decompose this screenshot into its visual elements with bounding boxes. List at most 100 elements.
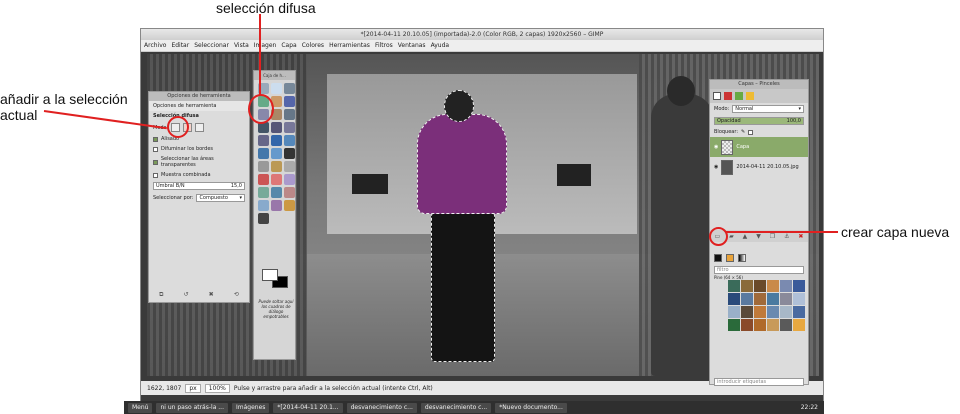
pattern-swatch[interactable]: [741, 319, 753, 331]
menu-colores[interactable]: Colores: [302, 42, 324, 49]
menu-editar[interactable]: Editar: [171, 42, 189, 49]
pattern-swatch[interactable]: [741, 293, 753, 305]
delete-layer-icon[interactable]: ✖: [798, 233, 803, 240]
pattern-swatch[interactable]: [728, 306, 740, 318]
new-layer-group-icon[interactable]: ▰: [729, 233, 734, 240]
taskbar-task[interactable]: Imágenes: [232, 402, 270, 413]
lower-layer-icon[interactable]: ▼: [756, 233, 761, 240]
shear-icon[interactable]: [258, 148, 269, 159]
airbrush-icon[interactable]: [258, 187, 269, 198]
fuzzy-select-icon[interactable]: [271, 83, 282, 94]
menu-archivo[interactable]: Archivo: [144, 42, 166, 49]
color-swatches[interactable]: [262, 269, 288, 289]
foreground-color-swatch[interactable]: [262, 269, 278, 281]
paths-tab-icon[interactable]: [735, 92, 743, 100]
lasso-icon[interactable]: [284, 83, 295, 94]
merged-checkbox[interactable]: [153, 172, 158, 178]
select-by-dropdown[interactable]: Compuesto ▾: [196, 194, 245, 202]
menu-imagen[interactable]: Imagen: [254, 42, 277, 49]
pattern-swatch[interactable]: [793, 293, 805, 305]
zoom-select[interactable]: 100%: [204, 383, 230, 393]
feather-checkbox[interactable]: [153, 146, 158, 152]
perspective-icon[interactable]: [271, 148, 282, 159]
taskbar-task[interactable]: *[2014-04-11 20.1...: [273, 402, 343, 413]
pattern-swatch[interactable]: [780, 280, 792, 292]
history-tab-icon[interactable]: [746, 92, 754, 100]
pattern-filter-input[interactable]: filtro: [714, 266, 804, 274]
menu-herramientas[interactable]: Herramientas: [329, 42, 370, 49]
visibility-eye-icon[interactable]: ◉: [714, 164, 718, 170]
bucket-fill-icon[interactable]: [271, 161, 282, 172]
flip-icon[interactable]: [258, 161, 269, 172]
pencil-icon[interactable]: [258, 174, 269, 185]
pattern-swatch[interactable]: [793, 280, 805, 292]
layer-item[interactable]: ◉ 2014-04-11 20.10.05.jpg: [710, 157, 808, 177]
text-icon[interactable]: [284, 148, 295, 159]
eraser-icon[interactable]: [284, 174, 295, 185]
lock-pixels-icon[interactable]: ✎: [741, 129, 745, 135]
taskbar-task[interactable]: desvanecimiento c...: [420, 402, 492, 413]
antialias-checkbox[interactable]: [153, 136, 158, 142]
reset-options-icon[interactable]: ⟲: [234, 291, 239, 299]
pattern-swatch[interactable]: [741, 280, 753, 292]
layer-mode-dropdown[interactable]: Normal ▾: [732, 105, 804, 113]
pattern-swatch[interactable]: [728, 280, 740, 292]
crop-icon[interactable]: [258, 135, 269, 146]
patterns-tab-icon[interactable]: [726, 254, 734, 262]
menu-vista[interactable]: Vista: [234, 42, 249, 49]
pattern-swatch[interactable]: [754, 280, 766, 292]
duplicate-layer-icon[interactable]: ❐: [770, 233, 775, 240]
brushes-tab-icon[interactable]: [714, 254, 722, 262]
menu-filtros[interactable]: Filtros: [375, 42, 393, 49]
pattern-swatch[interactable]: [767, 280, 779, 292]
align-icon[interactable]: [284, 122, 295, 133]
pattern-swatch[interactable]: [728, 293, 740, 305]
raise-layer-icon[interactable]: ▲: [743, 233, 748, 240]
pattern-swatch[interactable]: [793, 319, 805, 331]
pattern-swatch[interactable]: [767, 306, 779, 318]
restore-options-icon[interactable]: ↺: [184, 291, 189, 299]
menu-ventanas[interactable]: Ventanas: [398, 42, 426, 49]
blur-icon[interactable]: [271, 200, 282, 211]
pattern-swatch[interactable]: [754, 293, 766, 305]
threshold-field[interactable]: Umbral B/N 15,0: [153, 182, 245, 190]
zoom-icon[interactable]: [284, 109, 295, 120]
visibility-eye-icon[interactable]: ◉: [714, 144, 718, 150]
opacity-slider[interactable]: Opacidad 100,0: [714, 117, 804, 125]
pattern-swatch[interactable]: [780, 319, 792, 331]
lock-alpha-checkbox[interactable]: [748, 129, 754, 135]
taskbar-task[interactable]: desvanecimiento c...: [346, 402, 417, 413]
layer-item[interactable]: ◉ Capa: [710, 137, 808, 157]
scale-icon[interactable]: [284, 135, 295, 146]
subtract-mode-button[interactable]: [195, 123, 205, 132]
menu-seleccionar[interactable]: Seleccionar: [194, 42, 229, 49]
taskbar-task[interactable]: *Nuevo documento...: [495, 402, 567, 413]
taskbar-task[interactable]: ni un paso atrás-la ...: [156, 402, 228, 413]
pattern-swatch[interactable]: [728, 319, 740, 331]
move-icon[interactable]: [271, 122, 282, 133]
transparent-checkbox[interactable]: [153, 159, 158, 165]
tool-options-tab[interactable]: Opciones de herramienta: [149, 101, 249, 111]
menu-capa[interactable]: Capa: [281, 42, 296, 49]
smudge-icon[interactable]: [284, 200, 295, 211]
pattern-swatch[interactable]: [754, 319, 766, 331]
gradients-tab-icon[interactable]: [738, 254, 746, 262]
pattern-swatch[interactable]: [767, 319, 779, 331]
pattern-swatch[interactable]: [780, 293, 792, 305]
menu-ayuda[interactable]: Ayuda: [431, 42, 450, 49]
feather-row[interactable]: Difuminar los bordes: [149, 144, 249, 154]
foreground-select-icon[interactable]: [284, 96, 295, 107]
delete-options-icon[interactable]: ✖: [209, 291, 214, 299]
taskbar-menu-button[interactable]: Menú: [128, 402, 153, 413]
transparent-row[interactable]: Seleccionar las áreas transparentes: [149, 154, 249, 170]
pattern-swatch[interactable]: [780, 306, 792, 318]
layers-tab-icon[interactable]: [713, 92, 721, 100]
save-options-icon[interactable]: ⧉: [159, 291, 163, 299]
anchor-layer-icon[interactable]: ⚓: [784, 233, 789, 240]
channels-tab-icon[interactable]: [724, 92, 732, 100]
ink-icon[interactable]: [271, 187, 282, 198]
tag-input[interactable]: introducir etiquetas: [714, 378, 804, 386]
pattern-swatch[interactable]: [754, 306, 766, 318]
antialias-row[interactable]: Alisado: [149, 134, 249, 144]
gradient-icon[interactable]: [284, 161, 295, 172]
